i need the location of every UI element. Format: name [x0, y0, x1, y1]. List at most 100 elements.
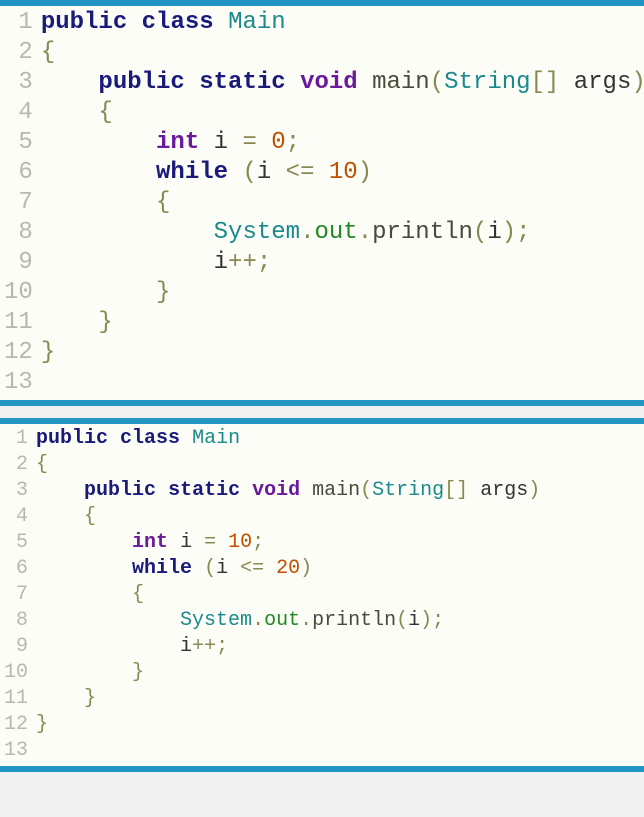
line-number: 6 — [4, 158, 33, 188]
code-line: int i = 0; — [41, 128, 644, 158]
token-plain: args — [574, 69, 632, 96]
token-paren: ) — [631, 69, 644, 96]
line-number: 3 — [4, 478, 28, 504]
token-brace: } — [84, 687, 96, 710]
token-brace: { — [98, 99, 112, 126]
token-op: ++ — [192, 635, 216, 658]
token-field: out — [314, 219, 357, 246]
line-numbers-gutter: 12345678910111213 — [0, 424, 36, 766]
token-type: int — [132, 531, 168, 554]
line-number: 5 — [4, 128, 33, 158]
line-number: 6 — [4, 556, 28, 582]
token-type: int — [156, 129, 199, 156]
line-number: 7 — [4, 582, 28, 608]
token-paren: ( — [473, 219, 487, 246]
code-line: } — [41, 338, 644, 368]
line-number: 1 — [4, 426, 28, 452]
code-block: 12345678910111213public class Main{ publ… — [0, 0, 644, 406]
token-kw: while — [132, 557, 192, 580]
token-semi: ; — [516, 219, 530, 246]
line-number: 10 — [4, 278, 33, 308]
line-number: 7 — [4, 188, 33, 218]
line-number: 9 — [4, 634, 28, 660]
token-kw: while — [156, 159, 228, 186]
token-cls: Main — [192, 427, 240, 450]
code-line: { — [36, 582, 540, 608]
token-type: void — [252, 479, 300, 502]
token-brace: } — [156, 279, 170, 306]
token-op: = — [242, 129, 256, 156]
code-line: } — [36, 712, 540, 738]
token-brace: { — [84, 505, 96, 528]
code-line: public static void main(String[] args) — [41, 68, 644, 98]
token-plain: i — [214, 249, 228, 276]
code-lines: public class Main{ public static void ma… — [36, 424, 540, 766]
token-paren: ) — [502, 219, 516, 246]
line-number: 2 — [4, 452, 28, 478]
line-number: 12 — [4, 712, 28, 738]
token-plain: i — [408, 609, 420, 632]
code-line — [36, 738, 540, 764]
token-brace: } — [41, 339, 55, 366]
token-num: 10 — [228, 531, 252, 554]
token-semi: ; — [216, 635, 228, 658]
token-paren: ( — [396, 609, 408, 632]
token-brace: { — [41, 39, 55, 66]
token-method: main — [312, 479, 360, 502]
token-paren: ) — [420, 609, 432, 632]
token-cls: String — [444, 69, 530, 96]
token-brace: } — [36, 713, 48, 736]
token-brace: { — [132, 583, 144, 606]
token-plain: args — [480, 479, 528, 502]
code-line: { — [41, 188, 644, 218]
code-line: } — [41, 308, 644, 338]
token-paren: ) — [528, 479, 540, 502]
token-method: main — [372, 69, 430, 96]
token-brace: } — [132, 661, 144, 684]
token-brace: { — [36, 453, 48, 476]
token-paren: ( — [430, 69, 444, 96]
token-cls: System — [180, 609, 252, 632]
code-line: i++; — [36, 634, 540, 660]
token-op: <= — [286, 159, 315, 186]
code-line: } — [36, 686, 540, 712]
token-kw: class — [142, 9, 214, 36]
code-line: while (i <= 20) — [36, 556, 540, 582]
code-line: System.out.println(i); — [36, 608, 540, 634]
line-number: 13 — [4, 368, 33, 398]
token-punct: . — [300, 609, 312, 632]
line-number: 11 — [4, 686, 28, 712]
code-line: int i = 10; — [36, 530, 540, 556]
token-cls: System — [214, 219, 300, 246]
line-numbers-gutter: 12345678910111213 — [0, 6, 41, 400]
token-paren: ( — [242, 159, 256, 186]
token-brace: { — [156, 189, 170, 216]
token-semi: ; — [286, 129, 300, 156]
token-paren: ) — [300, 557, 312, 580]
token-bracket: [] — [444, 479, 468, 502]
line-number: 4 — [4, 504, 28, 530]
token-kw: class — [120, 427, 180, 450]
token-kw: public — [98, 69, 184, 96]
line-number: 8 — [4, 218, 33, 248]
token-plain: i — [214, 129, 228, 156]
token-num: 10 — [329, 159, 358, 186]
line-number: 12 — [4, 338, 33, 368]
token-bracket: [] — [531, 69, 560, 96]
token-op: ++ — [228, 249, 257, 276]
code-line: i++; — [41, 248, 644, 278]
code-line: } — [41, 278, 644, 308]
code-line: { — [41, 98, 644, 128]
line-number: 3 — [4, 68, 33, 98]
code-container: 12345678910111213public class Main{ publ… — [0, 0, 644, 772]
code-line: public class Main — [41, 8, 644, 38]
code-block: 12345678910111213public class Main{ publ… — [0, 418, 644, 772]
token-plain: i — [180, 531, 192, 554]
line-number: 10 — [4, 660, 28, 686]
line-number: 4 — [4, 98, 33, 128]
token-num: 0 — [271, 129, 285, 156]
code-line: public class Main — [36, 426, 540, 452]
line-number: 2 — [4, 38, 33, 68]
line-number: 8 — [4, 608, 28, 634]
token-method: println — [372, 219, 473, 246]
